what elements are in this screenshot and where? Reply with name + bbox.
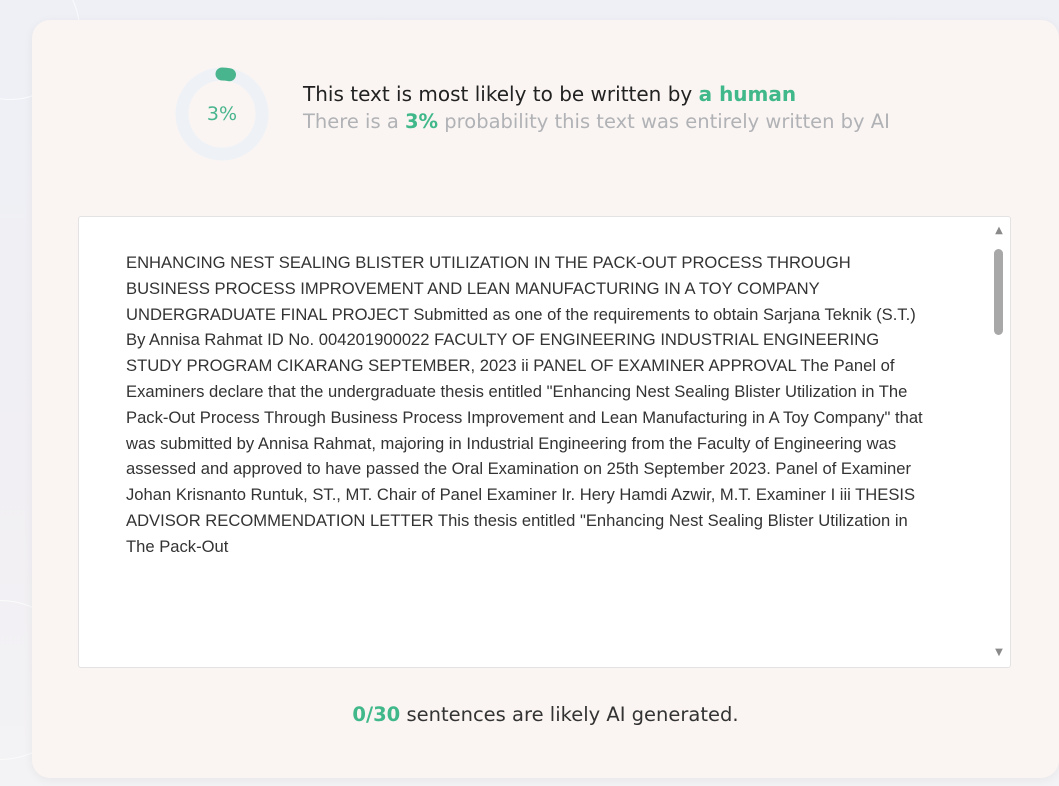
ai-sentence-count: 0/30 bbox=[352, 703, 401, 726]
analyzed-text: ENHANCING NEST SEALING BLISTER UTILIZATI… bbox=[126, 253, 923, 556]
gauge-percentage: 3% bbox=[206, 103, 238, 125]
verdict-highlight: a human bbox=[698, 82, 797, 106]
scroll-thumb[interactable] bbox=[994, 249, 1003, 335]
verdict-heading: This text is most likely to be written b… bbox=[303, 82, 983, 106]
probability-statement: There is a 3% probability this text was … bbox=[303, 110, 983, 133]
probability-suffix: probability this text was entirely writt… bbox=[438, 110, 890, 133]
verdict-prefix: This text is most likely to be written b… bbox=[303, 82, 699, 106]
analyzed-text-box[interactable]: ENHANCING NEST SEALING BLISTER UTILIZATI… bbox=[78, 216, 1011, 668]
sentence-summary: 0/30 sentences are likely AI generated. bbox=[32, 703, 1059, 726]
scrollbar[interactable]: ▲ ▼ bbox=[988, 217, 1010, 667]
scroll-up-arrow-icon[interactable]: ▲ bbox=[993, 225, 1005, 237]
verdict-block: This text is most likely to be written b… bbox=[303, 82, 983, 133]
probability-value: 3% bbox=[404, 110, 439, 133]
sentence-summary-text: sentences are likely AI generated. bbox=[400, 703, 739, 726]
scroll-down-arrow-icon[interactable]: ▼ bbox=[993, 647, 1005, 659]
probability-prefix: There is a bbox=[303, 110, 405, 133]
result-card: 3% This text is most likely to be writte… bbox=[32, 20, 1059, 778]
probability-gauge: 3% bbox=[172, 64, 272, 164]
